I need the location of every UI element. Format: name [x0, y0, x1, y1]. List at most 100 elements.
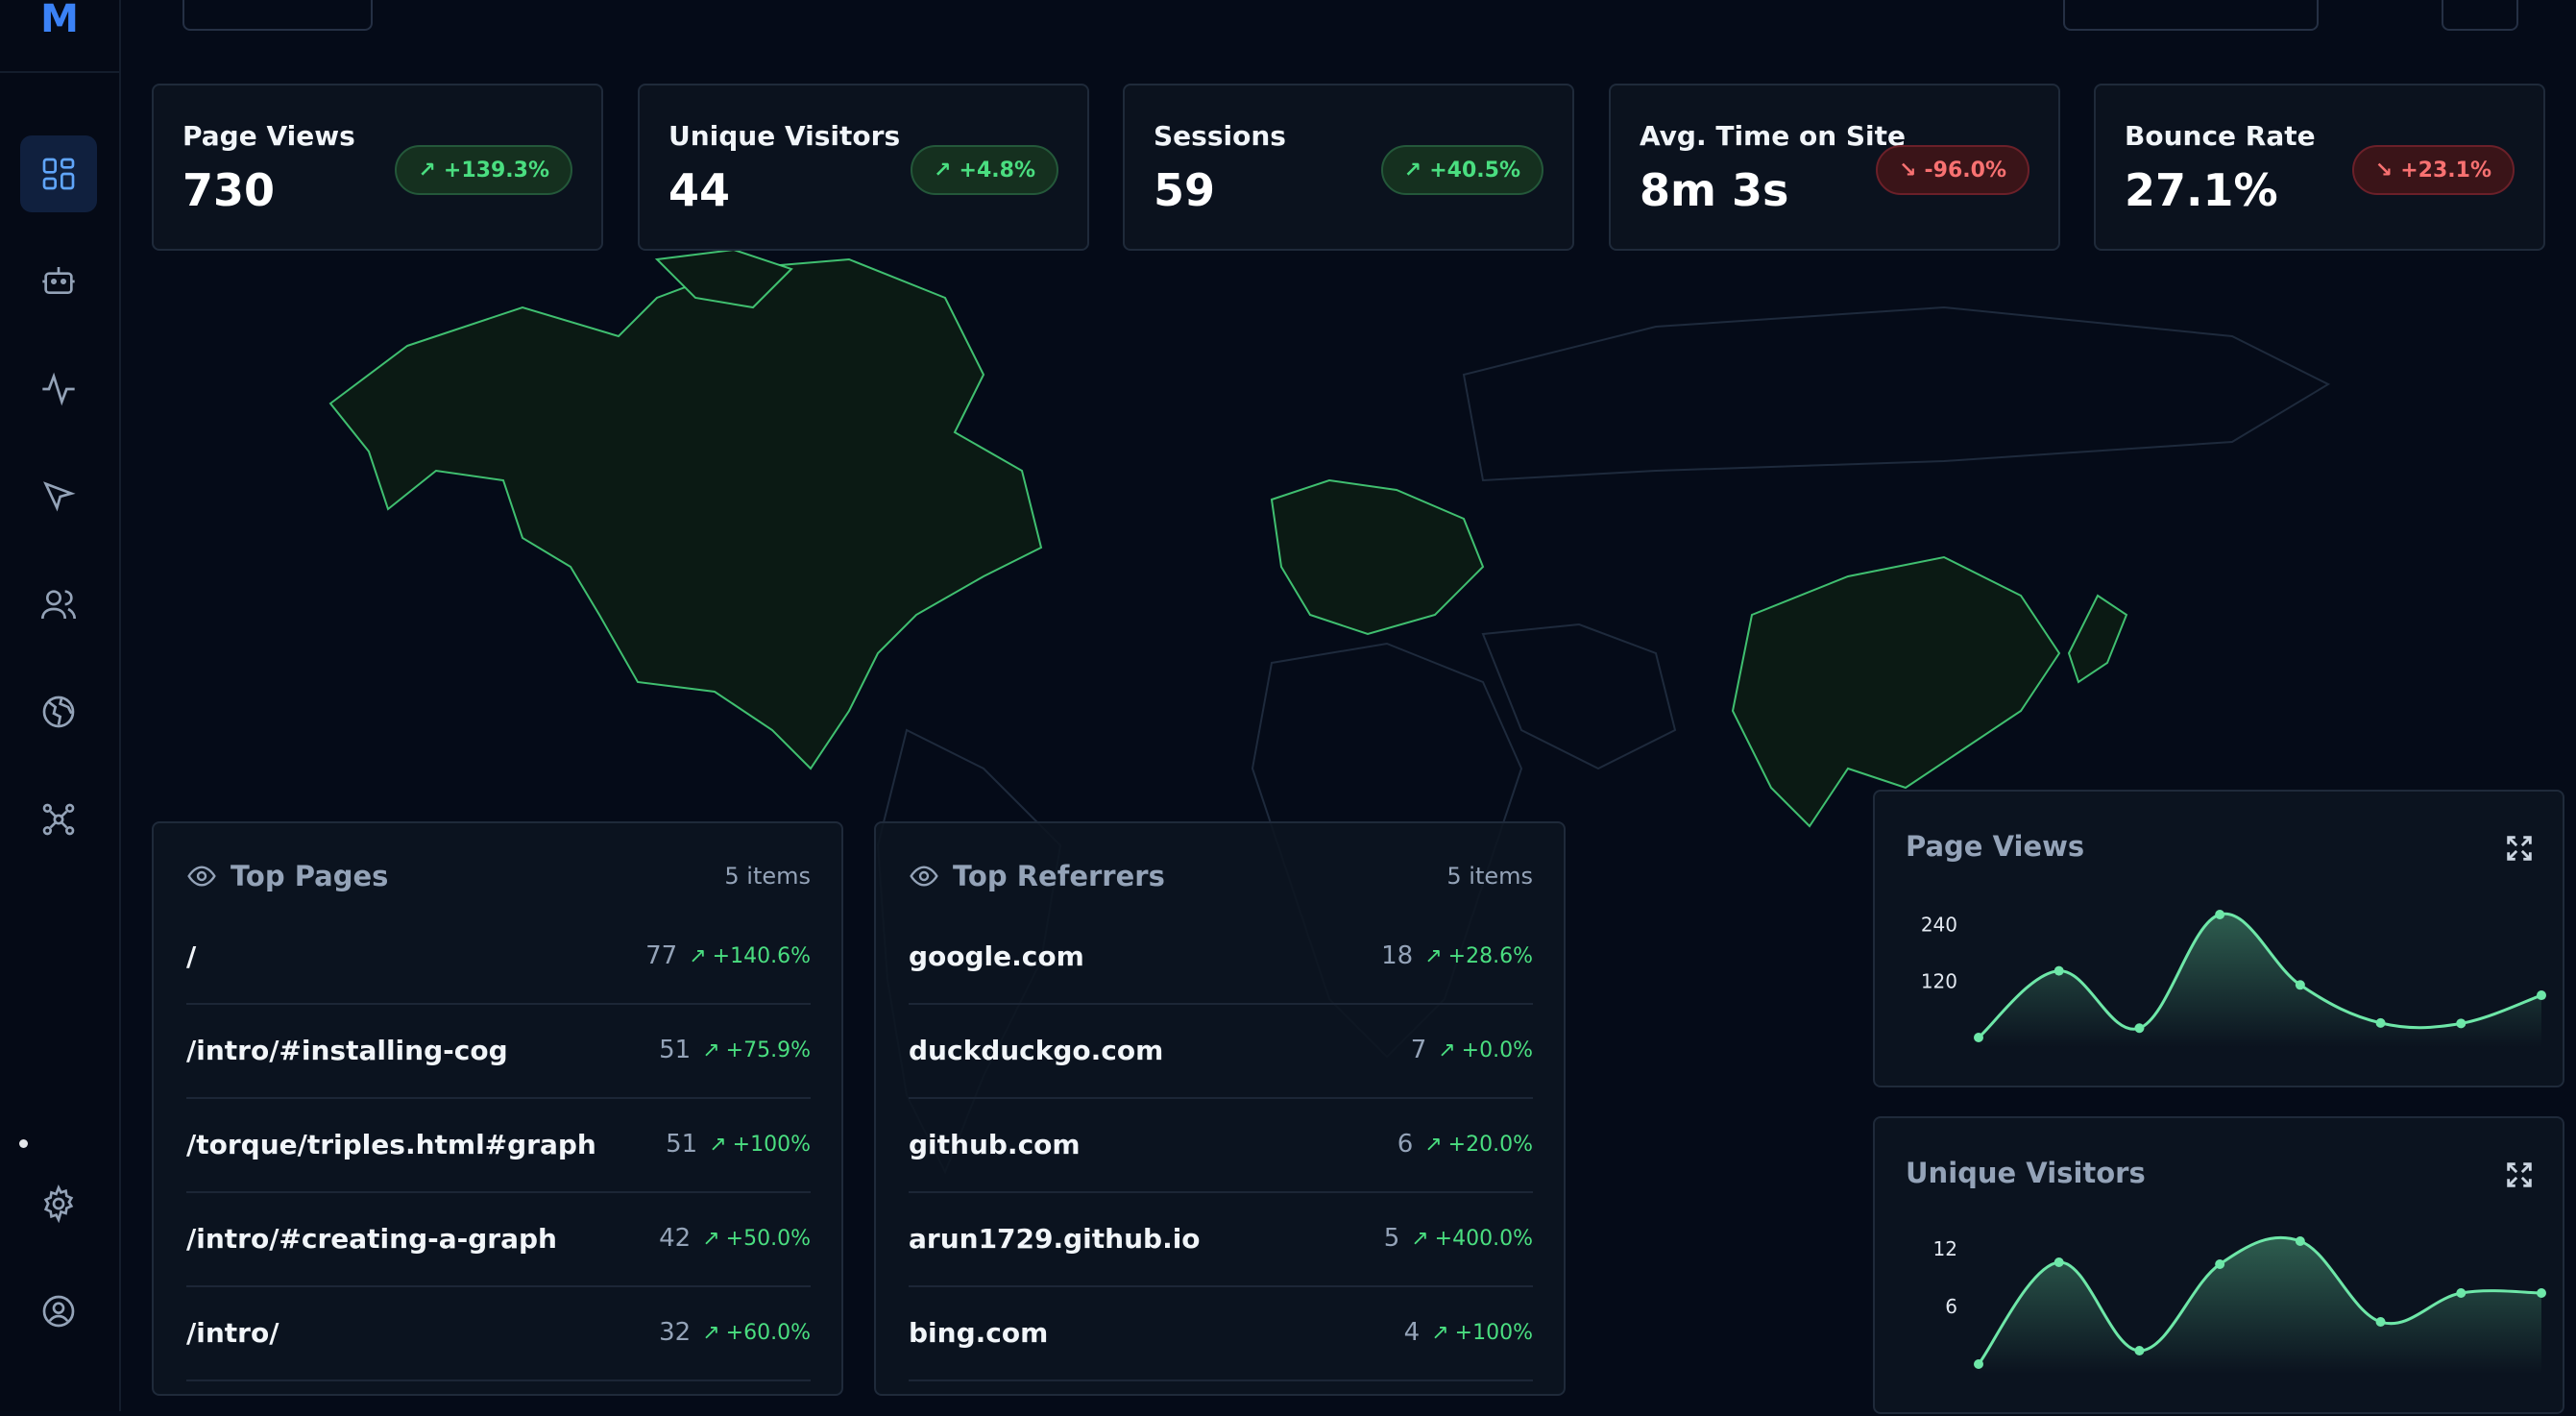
table-row[interactable]: /torque/triples.html#graph 51 ↗ +100% [186, 1097, 811, 1193]
nav-users[interactable] [20, 566, 97, 643]
referrer-domain[interactable]: github.com [909, 1129, 1081, 1160]
map-russia [1462, 305, 2331, 482]
referrer-domain[interactable]: duckduckgo.com [909, 1035, 1163, 1066]
data-point [2295, 980, 2305, 990]
data-point [2456, 1018, 2467, 1029]
page-path[interactable]: /intro/#installing-cog [186, 1035, 508, 1066]
date-range-select[interactable] [2063, 0, 2319, 31]
y-tick-label: 12 [1933, 1237, 1957, 1260]
table-row[interactable]: bing.com 4 ↗ +100% [909, 1285, 1533, 1381]
change-badge: ↗ +139.3% [395, 145, 572, 195]
page-path[interactable]: /intro/ [186, 1317, 279, 1349]
row-change: ↗ +100% [709, 1132, 811, 1157]
table-row[interactable]: /intro/#installing-cog 51 ↗ +75.9% [186, 1003, 811, 1099]
stat-title: Page Views [182, 120, 355, 152]
referrer-domain[interactable]: arun1729.github.io [909, 1223, 1201, 1255]
table-row[interactable]: /intro/#creating-a-graph 42 ↗ +50.0% [186, 1191, 811, 1287]
row-value: 18 [1381, 941, 1414, 970]
table-row[interactable]: / 77 ↗ +140.6% [186, 909, 811, 1005]
stat-card-page-views: Page Views 730 ↗ +139.3% [152, 84, 603, 251]
nav-activity[interactable] [20, 351, 97, 427]
referrer-domain[interactable]: google.com [909, 940, 1084, 972]
stat-card-sessions: Sessions 59 ↗ +40.5% [1123, 84, 1574, 251]
globe-icon [42, 696, 75, 728]
gear-icon [43, 1184, 74, 1223]
row-value: 77 [645, 941, 678, 970]
trend-up-icon: ↗ [1411, 1226, 1429, 1251]
row-change: ↗ +20.0% [1424, 1132, 1533, 1157]
row-change: ↗ +0.0% [1438, 1038, 1533, 1062]
users-icon [41, 590, 76, 620]
nav-dashboard[interactable] [20, 135, 97, 212]
nav-account[interactable] [20, 1273, 97, 1350]
nav-bot[interactable] [20, 243, 97, 320]
table-row[interactable]: github.com 6 ↗ +20.0% [909, 1097, 1533, 1193]
map-asia [1731, 555, 2061, 828]
trend-up-icon: ↗ [418, 158, 436, 183]
row-change: ↗ +28.6% [1424, 943, 1533, 968]
data-point [2215, 1259, 2225, 1269]
data-point [2295, 1236, 2305, 1246]
refresh-button[interactable] [2442, 0, 2518, 31]
row-value: 42 [659, 1224, 692, 1253]
stat-title: Bounce Rate [2125, 120, 2316, 152]
trend-up-icon: ↗ [702, 1226, 720, 1251]
dashboard-icon [42, 158, 75, 190]
data-point [2215, 910, 2225, 919]
cursor-icon [43, 481, 76, 512]
nav-settings[interactable] [20, 1165, 97, 1242]
panel-header: Top Pages 5 items [186, 852, 811, 900]
stat-value: 59 [1154, 164, 1216, 216]
stat-value: 44 [668, 164, 731, 216]
row-value: 7 [1410, 1036, 1427, 1064]
app-logo[interactable]: M [0, 0, 119, 73]
data-point [2054, 965, 2064, 976]
row-change: ↗ +140.6% [689, 943, 811, 968]
nav-cursor[interactable] [20, 458, 97, 535]
page-path[interactable]: /intro/#creating-a-graph [186, 1223, 557, 1255]
map-north-america [328, 257, 1043, 770]
data-point [2134, 1346, 2145, 1355]
row-change: ↗ +100% [1431, 1320, 1533, 1345]
panel-title: Top Referrers [953, 860, 1165, 892]
stat-title: Avg. Time on Site [1640, 120, 1907, 152]
table-row[interactable]: arun1729.github.io 5 ↗ +400.0% [909, 1191, 1533, 1287]
map-europe [1270, 478, 1485, 636]
unique-visitors-chart-panel: Unique Visitors 12 6 [1873, 1116, 2564, 1414]
table-row[interactable]: google.com 18 ↗ +28.6% [909, 909, 1533, 1005]
table-row[interactable]: duckduckgo.com 7 ↗ +0.0% [909, 1003, 1533, 1099]
referrer-domain[interactable]: bing.com [909, 1317, 1048, 1349]
trend-up-icon: ↗ [702, 1320, 720, 1345]
stat-title: Unique Visitors [668, 120, 901, 152]
row-change: ↗ +75.9% [702, 1038, 811, 1062]
page-path[interactable]: / [186, 940, 196, 972]
row-change: ↗ +50.0% [702, 1226, 811, 1251]
table-row[interactable]: /intro/ 32 ↗ +60.0% [186, 1285, 811, 1381]
trend-up-icon: ↗ [934, 158, 952, 183]
unique-visitors-chart: 12 6 [1933, 1235, 2546, 1374]
data-point [2537, 990, 2546, 1001]
bot-icon [42, 267, 75, 294]
status-dot [19, 1139, 28, 1148]
top-filter-select[interactable] [182, 0, 373, 31]
page-path[interactable]: /torque/triples.html#graph [186, 1129, 596, 1160]
trend-up-icon: ↗ [1431, 1320, 1449, 1345]
trend-up-icon: ↗ [1438, 1038, 1456, 1062]
eye-icon [910, 866, 938, 887]
data-point [1974, 1359, 1983, 1369]
trend-up-icon: ↗ [1424, 943, 1443, 968]
stat-card-avg-time: Avg. Time on Site 8m 3s ↘ -96.0% [1609, 84, 2060, 251]
panel-title: Top Pages [231, 860, 389, 892]
top-pages-panel: Top Pages 5 items / 77 ↗ +140.6% /intro/#… [152, 821, 843, 1396]
chart-area [1979, 1237, 2541, 1374]
nav-globe[interactable] [20, 673, 97, 750]
stat-card-bounce-rate: Bounce Rate 27.1% ↘ +23.1% [2094, 84, 2545, 251]
trend-up-icon: ↗ [702, 1038, 720, 1062]
row-change: ↗ +400.0% [1411, 1226, 1533, 1251]
y-tick-label: 120 [1921, 969, 1957, 992]
row-value: 6 [1397, 1130, 1414, 1159]
nav-network[interactable] [20, 781, 97, 858]
page-views-chart: 240 120 [1921, 910, 2546, 1047]
top-referrers-panel: Top Referrers 5 items google.com 18 ↗ +28… [874, 821, 1566, 1396]
sidebar: M [0, 0, 121, 1411]
